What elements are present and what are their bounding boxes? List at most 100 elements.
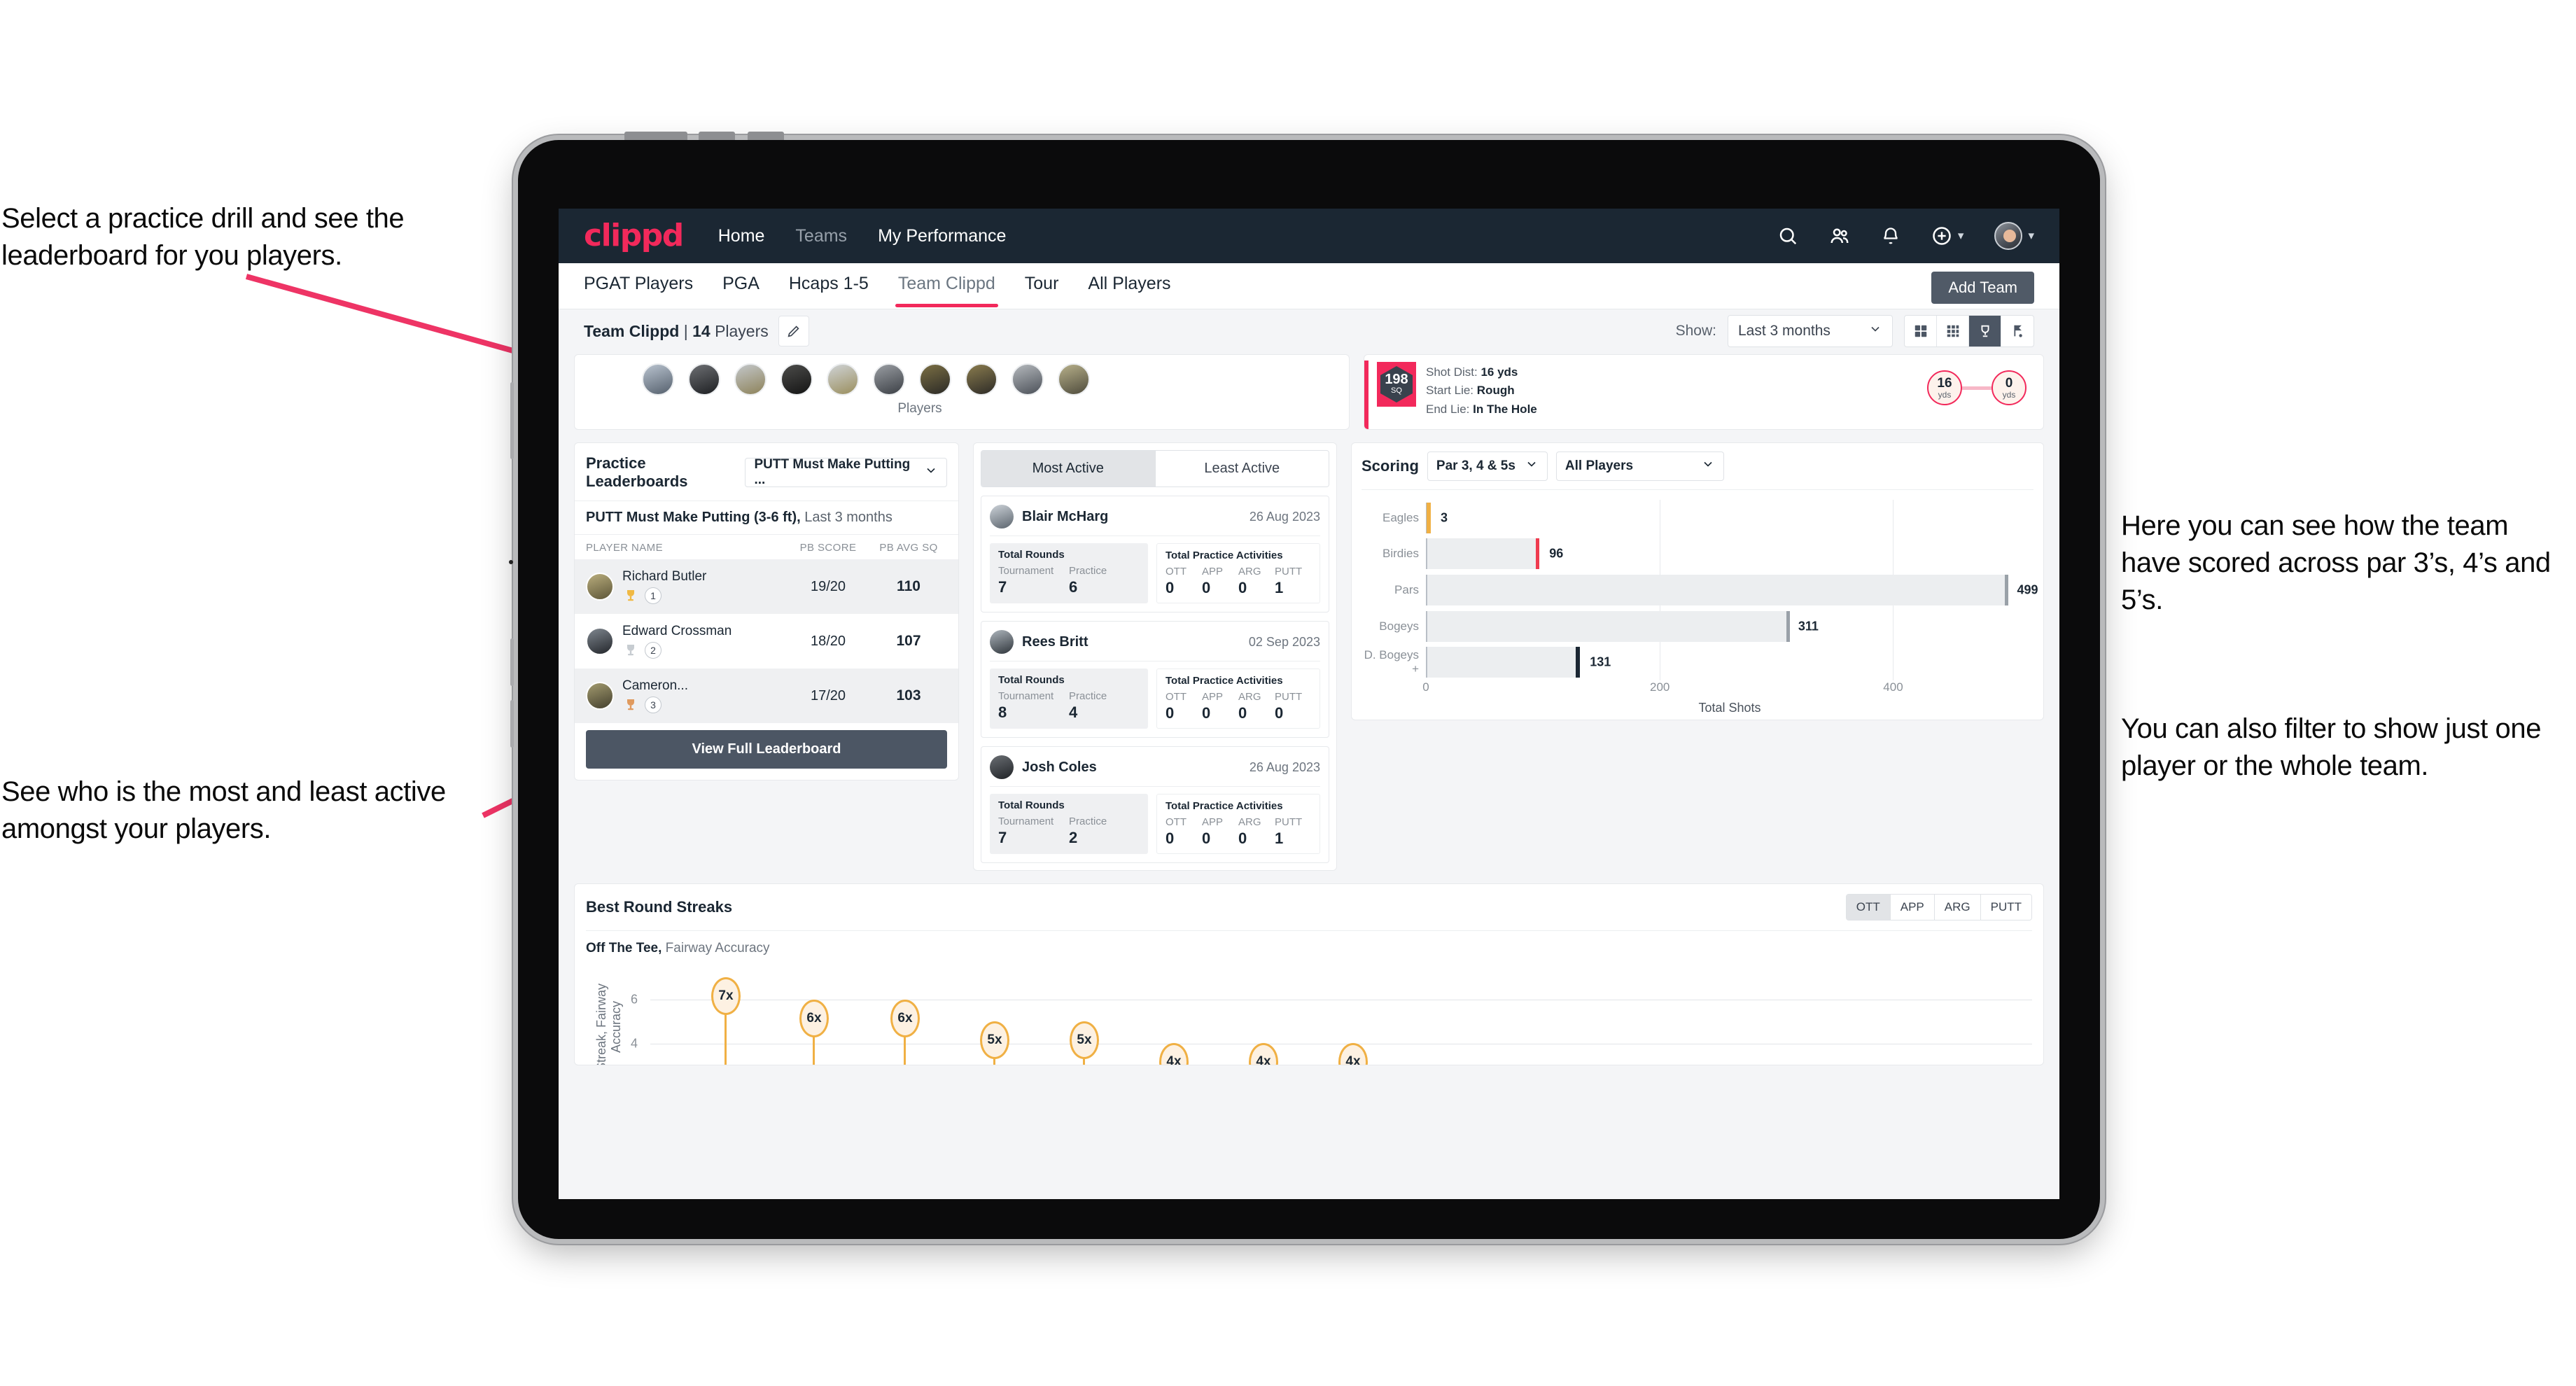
rounds-practice-value: 4 <box>1069 704 1078 721</box>
practice-ott-label: OTT <box>1166 566 1186 578</box>
device-side-dot <box>509 560 513 564</box>
practice-activities-box: Total Practice Activities OTT 0 APP 0 AR… <box>1156 794 1320 854</box>
practice-app: APP 0 <box>1202 691 1238 722</box>
bar-track: 499 <box>1426 574 2038 606</box>
practice-ott-label: OTT <box>1166 816 1186 828</box>
end-lie-line: End Lie: In The Hole <box>1426 400 1537 419</box>
tab-most-active[interactable]: Most Active <box>981 451 1155 486</box>
tablet-device: clippd Home Teams My Performance ▾ ▾ PGA… <box>509 132 2100 1239</box>
annotation-right-scoring: Here you can see how the team have score… <box>2121 510 2551 615</box>
player-avatar[interactable] <box>965 363 997 396</box>
period-select[interactable]: Last 3 months <box>1728 315 1893 347</box>
bar-track: 3 <box>1426 502 2033 533</box>
clippd-logo[interactable]: clippd <box>584 220 684 251</box>
nav-link-my-performance[interactable]: My Performance <box>878 226 1006 246</box>
player-name: Rees Britt <box>1022 634 1088 650</box>
activity-player-header: Blair McHarg 26 Aug 2023 <box>990 505 1320 536</box>
main-content: Players 198 SQ Shot Dist: 16 yds Start L… <box>559 354 2059 1065</box>
trophy-icon[interactable] <box>1969 316 2001 346</box>
grid-large-icon[interactable] <box>1905 316 1937 346</box>
sq-value: 198 <box>1385 372 1408 388</box>
avatar-menu[interactable]: ▾ <box>1994 222 2034 250</box>
player-avatar[interactable] <box>873 363 905 396</box>
practice-activities-box: Total Practice Activities OTT 0 APP 0 AR… <box>1156 543 1320 603</box>
bar-fill <box>1427 574 2009 606</box>
practice-arg-label: ARG <box>1238 816 1261 828</box>
player-avatar[interactable] <box>1011 363 1044 396</box>
player-avatar[interactable] <box>734 363 766 396</box>
app-screen: clippd Home Teams My Performance ▾ ▾ PGA… <box>559 209 2059 1199</box>
device-volume-down <box>510 700 514 748</box>
streak-marker[interactable]: 4x <box>1338 1043 1368 1065</box>
pb-score-value: 18/20 <box>810 633 846 649</box>
player-avatar[interactable] <box>1058 363 1090 396</box>
rounds-practice: Practice 6 <box>1069 565 1140 596</box>
col-pb-score: PB SCORE <box>799 542 857 554</box>
practice-activities-box: Total Practice Activities OTT 0 APP 0 AR… <box>1156 668 1320 729</box>
activity-stats: Total Rounds Tournament 7 Practice <box>990 794 1320 854</box>
tab-pga[interactable]: PGA <box>722 274 760 298</box>
tab-all-players[interactable]: All Players <box>1088 274 1170 298</box>
bell-icon[interactable] <box>1881 226 1900 246</box>
table-row[interactable]: Cameron... 3 17/20 103 <box>575 668 958 723</box>
tab-hcaps-1-5[interactable]: Hcaps 1-5 <box>789 274 869 298</box>
practice-activities-title: Total Practice Activities <box>1166 550 1283 561</box>
practice-arg-value: 0 <box>1238 830 1247 847</box>
toggle-ott[interactable]: OTT <box>1846 895 1890 920</box>
total-rounds-title: Total Rounds <box>998 674 1065 686</box>
plus-circle-icon[interactable]: ▾ <box>1931 225 1964 246</box>
player-avatar[interactable] <box>919 363 951 396</box>
bar-cap <box>1536 538 1540 570</box>
rounds-practice-label: Practice <box>1069 816 1107 827</box>
sq-unit: SQ <box>1391 386 1402 396</box>
player-filter-select[interactable]: All Players <box>1555 451 1724 481</box>
table-row[interactable]: Richard Butler 1 19/20 110 <box>575 559 958 614</box>
player-avatar[interactable] <box>827 363 859 396</box>
people-icon[interactable] <box>1829 225 1850 246</box>
grid-small-icon[interactable] <box>1937 316 1969 346</box>
pb-avg-sq-value: 103 <box>896 687 921 704</box>
list-item[interactable]: Josh Coles 26 Aug 2023 Total Rounds Tour… <box>981 746 1329 863</box>
tab-pgat-players[interactable]: PGAT Players <box>584 274 693 298</box>
streak-marker[interactable]: 4x <box>1159 1043 1189 1065</box>
toggle-arg[interactable]: ARG <box>1933 895 1980 920</box>
streak-marker[interactable]: 6x <box>890 1000 920 1037</box>
search-icon[interactable] <box>1777 225 1798 246</box>
nav-link-teams[interactable]: Teams <box>795 226 847 246</box>
rounds-tournament-label: Tournament <box>998 816 1054 827</box>
toggle-app[interactable]: APP <box>1889 895 1934 920</box>
chevron-down-icon <box>1868 322 1882 340</box>
activity-stats: Total Rounds Tournament 7 Practice <box>990 543 1320 603</box>
flag-icon[interactable] <box>2001 316 2033 346</box>
streak-marker[interactable]: 6x <box>799 1000 829 1037</box>
par-select[interactable]: Par 3, 4 & 5s <box>1427 451 1548 481</box>
bar-value: 499 <box>2017 582 2038 597</box>
practice-app: APP 0 <box>1202 566 1238 597</box>
nav-link-home[interactable]: Home <box>718 226 765 246</box>
bar-row-double-bogeys: D. Bogeys + 131 <box>1362 647 2033 678</box>
tab-least-active[interactable]: Least Active <box>1154 451 1329 486</box>
list-item[interactable]: Blair McHarg 26 Aug 2023 Total Rounds To… <box>981 496 1329 612</box>
chevron-down-icon[interactable]: ▾ <box>2028 229 2034 243</box>
player-avatar[interactable] <box>642 363 674 396</box>
streak-marker[interactable]: 4x <box>1249 1043 1278 1065</box>
add-team-button[interactable]: Add Team <box>1931 272 2034 304</box>
practice-values: OTT 0 APP 0 ARG <box>1166 816 1311 848</box>
streak-marker[interactable]: 5x <box>1070 1021 1099 1059</box>
toggle-putt[interactable]: PUTT <box>1980 895 2031 920</box>
table-row[interactable]: Edward Crossman 2 18/20 107 <box>575 614 958 668</box>
player-avatar[interactable] <box>688 363 720 396</box>
hexagon-icon: 198 SQ <box>1380 366 1413 402</box>
view-full-leaderboard-button[interactable]: View Full Leaderboard <box>586 730 947 769</box>
chevron-down-icon[interactable]: ▾ <box>1958 229 1964 243</box>
tab-tour[interactable]: Tour <box>1025 274 1059 298</box>
shot-detail-lines: Shot Dist: 16 yds Start Lie: Rough End L… <box>1426 363 1537 419</box>
streak-marker[interactable]: 5x <box>980 1021 1009 1059</box>
player-avatar <box>586 627 614 655</box>
player-avatar[interactable] <box>780 363 813 396</box>
streak-marker[interactable]: 7x <box>711 977 741 1015</box>
drill-select[interactable]: PUTT Must Make Putting ... <box>745 457 947 487</box>
tab-team-clippd[interactable]: Team Clippd <box>895 274 998 307</box>
list-item[interactable]: Rees Britt 02 Sep 2023 Total Rounds Tour… <box>981 621 1329 738</box>
edit-team-button[interactable] <box>778 316 809 346</box>
